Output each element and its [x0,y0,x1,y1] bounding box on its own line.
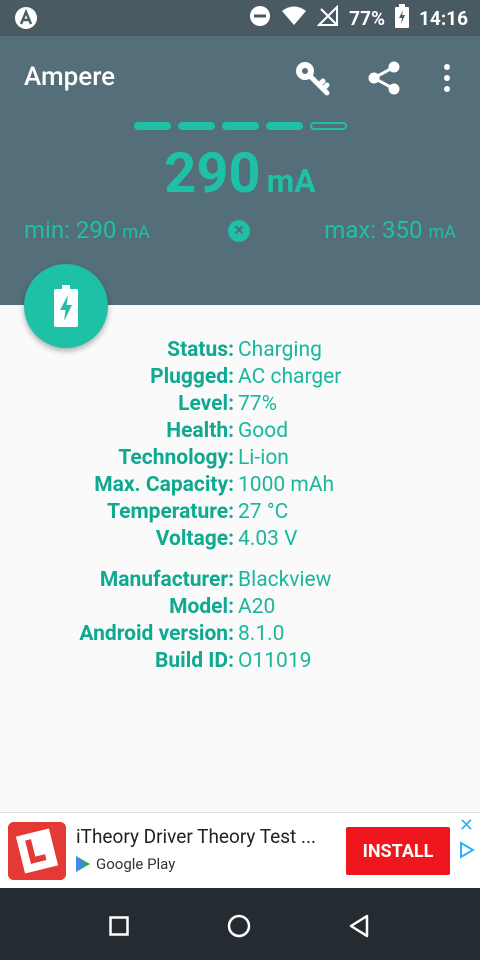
ad-close-icon[interactable]: ✕ [459,815,474,836]
info-row: Temperature: 27 °C [0,498,480,525]
info-key: Voltage: [155,526,234,551]
info-value: 27 °C [238,499,289,524]
ad-title[interactable]: iTheory Driver Theory Test ... [76,825,316,848]
back-button[interactable] [341,908,377,944]
info-value: 1000 mAh [238,472,335,497]
battery-charging-icon [54,285,78,327]
install-button[interactable]: INSTALL [346,827,450,875]
ad-store-label: Google Play [96,855,176,873]
level-segment [266,122,303,130]
info-key: Health: [166,418,234,443]
info-key: Android version: [79,621,234,646]
info-value: Li-ion [238,445,289,470]
current-value: 290 [164,140,261,206]
info-value: 4.03 V [238,526,298,551]
level-indicator [134,122,347,130]
info-key: Technology: [118,445,234,470]
reset-minmax-close-icon[interactable]: × [228,220,250,242]
level-segment [310,122,347,130]
level-segment [178,122,215,130]
info-row: Level: 77% [0,390,480,417]
navigation-bar [0,888,480,960]
info-row: Build ID: O11019 [0,647,480,674]
app-title: Ampere [24,62,116,92]
max-reading: max: 350 mA [324,216,456,244]
info-key: Max. Capacity: [94,472,234,497]
current-reading: 290 mA [0,140,480,206]
ad-store: Google Play [76,855,175,873]
info-value: Good [238,418,289,443]
current-unit: mA [266,162,316,200]
more-options-icon[interactable] [425,56,469,100]
no-signal-icon [316,4,339,32]
google-play-icon [76,856,90,872]
info-value: O11019 [238,648,312,673]
info-row: Manufacturer: Blackview [0,566,480,593]
max-label: max: 350 [324,216,423,244]
share-icon[interactable] [362,56,406,100]
ad-choices-icon[interactable] [458,841,476,863]
info-row: Plugged: AC charger [0,363,480,390]
key-icon[interactable] [290,56,334,100]
clock: 14:16 [419,6,468,30]
info-key: Build ID: [154,648,234,673]
info-key: Level: [178,391,234,416]
info-value: AC charger [238,364,342,389]
info-row: Technology: Li-ion [0,444,480,471]
min-label: min: 290 [24,216,117,244]
min-reading: min: 290 mA [24,216,150,244]
info-key: Manufacturer: [99,567,234,592]
level-segment [134,122,171,130]
battery-info-list: Status: Charging Plugged: AC charger Level: 7… [0,336,480,674]
wifi-icon [281,5,307,32]
min-unit: mA [122,222,150,243]
info-row: Health: Good [0,417,480,444]
battery-percent: 77% [349,6,386,30]
info-key: Plugged: [150,364,234,389]
max-unit: mA [428,222,456,243]
battery-charging-icon [395,3,410,33]
info-key: Temperature: [107,499,234,524]
info-row: Max. Capacity: 1000 mAh [0,471,480,498]
recents-button[interactable] [101,908,137,944]
info-value: Blackview [238,567,332,592]
info-row: Status: Charging [0,336,480,363]
info-key: Model: [169,594,234,619]
ad-banner[interactable]: iTheory Driver Theory Test ... Google Pl… [0,812,480,888]
info-key: Status: [167,337,234,362]
info-value: 8.1.0 [238,621,285,646]
info-row: Android version: 8.1.0 [0,620,480,647]
home-button[interactable] [221,908,257,944]
info-value: Charging [238,337,322,362]
info-row: Model: A20 [0,593,480,620]
info-value: A20 [238,594,276,619]
level-segment [222,122,259,130]
status-bar: 77% 14:16 [0,0,480,36]
dnd-icon [249,5,271,32]
info-row: Voltage: 4.03 V [0,525,480,552]
ad-app-icon[interactable] [8,822,66,880]
info-value: 77% [238,391,277,416]
notification-a-icon [14,6,38,34]
